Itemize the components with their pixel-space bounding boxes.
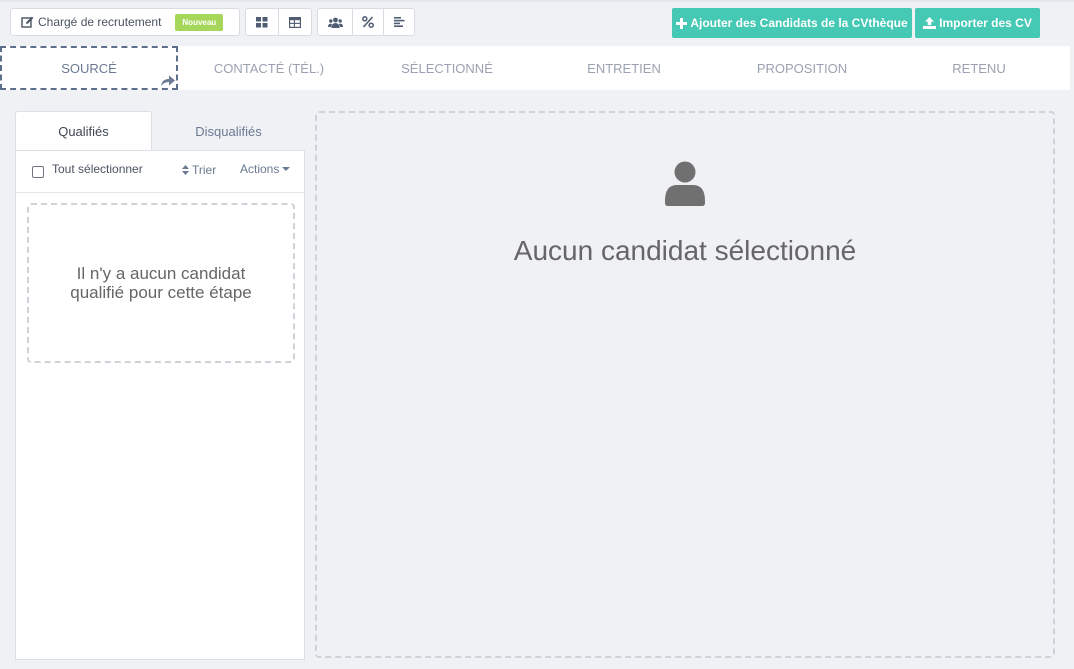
actions-dropdown[interactable]: Actions [240, 162, 291, 176]
qualification-tabs: Qualifiés Disqualifiés [15, 111, 305, 151]
align-left-icon [393, 17, 405, 27]
table-icon [289, 16, 301, 28]
candidate-list-panel: Tout sélectionner Trier Actions Il n'y a… [15, 150, 305, 660]
grid-view-button[interactable] [245, 8, 279, 36]
stage-tab-retenu[interactable]: RETENU [888, 46, 1070, 90]
sort-button[interactable]: Trier [182, 163, 216, 177]
candidate-detail-area: Aucun candidat sélectionné [315, 111, 1055, 658]
stage-label: SÉLECTIONNÉ [401, 60, 493, 76]
tab-qualifies[interactable]: Qualifiés [15, 111, 152, 151]
percent-icon [362, 16, 374, 28]
stage-label: ENTRETIEN [587, 60, 661, 76]
empty-list-box: Il n'y a aucun candidat qualifié pour ce… [27, 203, 295, 363]
caret-down-icon [282, 167, 291, 171]
users-icon [327, 17, 343, 28]
stage-label: CONTACTÉ (TÉL.) [213, 60, 325, 76]
user-icon [665, 161, 705, 206]
recruiter-label: Chargé de recrutement [38, 15, 162, 29]
plus-icon [676, 17, 688, 29]
view-toggle-group [245, 8, 312, 36]
share-icon [161, 75, 175, 86]
sort-icon [182, 165, 189, 175]
stage-label: RETENU [952, 60, 1006, 76]
stage-tab-source[interactable]: SOURCÉ [0, 46, 178, 90]
actions-label: Actions [240, 162, 280, 176]
no-candidate-selected-message: Aucun candidat sélectionné [513, 235, 857, 266]
toolbar: Chargé de recrutement Nouveau Ajouter de… [0, 2, 1070, 46]
align-button[interactable] [384, 8, 415, 36]
stage-tabs: SOURCÉ CONTACTÉ (TÉL.) SÉLECTIONNÉ ENTRE… [0, 46, 1070, 90]
grid-icon [256, 16, 268, 28]
list-toolbar: Tout sélectionner Trier Actions [16, 151, 304, 193]
stage-tab-contacte[interactable]: CONTACTÉ (TÉL.) [178, 46, 360, 90]
tab-disqualifies[interactable]: Disqualifiés [155, 111, 302, 151]
add-candidates-label: Ajouter des Candidats de la CVthèque [690, 16, 908, 30]
sort-label: Trier [192, 163, 217, 177]
stage-label: SOURCÉ [61, 60, 117, 76]
table-view-button[interactable] [279, 8, 312, 36]
new-badge: Nouveau [175, 13, 224, 31]
stage-tab-entretien[interactable]: ENTRETIEN [534, 46, 714, 90]
stage-label: PROPOSITION [756, 60, 848, 76]
tab-label: Qualifiés [58, 124, 109, 139]
import-cv-button[interactable]: Importer des CV [915, 8, 1040, 38]
add-candidates-button[interactable]: Ajouter des Candidats de la CVthèque [672, 8, 912, 38]
tab-label: Disqualifiés [195, 123, 262, 139]
edit-icon [21, 16, 34, 28]
percent-button[interactable] [353, 8, 384, 36]
stage-tab-proposition[interactable]: PROPOSITION [712, 46, 892, 90]
import-cv-label: Importer des CV [939, 16, 1032, 30]
recruiter-button[interactable]: Chargé de recrutement Nouveau [10, 8, 240, 36]
empty-list-message: Il n'y a aucun candidat qualifié pour ce… [70, 264, 252, 302]
select-all-label: Tout sélectionner [52, 162, 143, 176]
users-button[interactable] [317, 8, 353, 36]
select-all-checkbox[interactable] [32, 166, 44, 178]
tools-group [317, 8, 415, 36]
stage-tab-selectionne[interactable]: SÉLECTIONNÉ [356, 46, 538, 90]
upload-icon [923, 17, 937, 29]
